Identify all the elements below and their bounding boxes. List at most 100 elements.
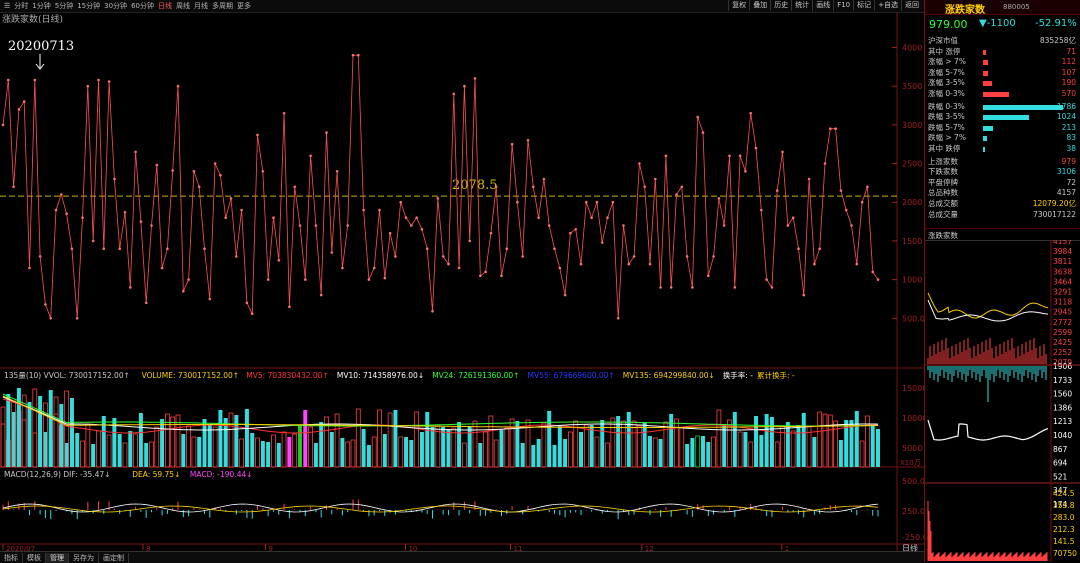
volume-bar xyxy=(0,423,6,468)
period-tab[interactable]: 多周期 xyxy=(212,1,233,11)
period-tab[interactable]: 日线 xyxy=(158,1,172,11)
data-point xyxy=(855,262,859,266)
bottom-tab[interactable]: 指标 xyxy=(0,552,23,563)
toolbar-button[interactable]: 标记 xyxy=(853,0,874,11)
volume-bar xyxy=(737,431,743,468)
mini-axis-label: 141.5 xyxy=(1053,537,1075,546)
macd-y-tick-label: -250.0 xyxy=(902,533,924,542)
toolbar-button[interactable]: 复权 xyxy=(728,0,749,11)
period-tab[interactable]: 周线 xyxy=(176,1,190,11)
volume-bar xyxy=(244,409,249,467)
data-point xyxy=(441,255,445,258)
volume-bar xyxy=(106,434,112,468)
data-point xyxy=(675,193,678,196)
vol-y-tick-label: 10000 xyxy=(902,414,924,423)
data-point xyxy=(876,278,880,281)
volume-bar xyxy=(652,437,658,468)
data-point xyxy=(261,170,265,173)
volume-bar xyxy=(790,430,796,468)
volume-bar xyxy=(610,417,616,468)
toolbar-button[interactable]: +自选 xyxy=(874,0,901,11)
data-point xyxy=(463,84,466,88)
volume-bar xyxy=(547,411,552,467)
period-tab[interactable]: 5分钟 xyxy=(55,1,73,11)
volume-bar xyxy=(716,409,722,468)
data-point xyxy=(102,247,106,250)
stat-value: 979 xyxy=(1061,156,1076,166)
bottom-tab[interactable]: 管理 xyxy=(46,552,69,563)
data-point xyxy=(54,208,58,212)
bottom-tab[interactable]: 模板 xyxy=(23,552,46,563)
volume-bar xyxy=(255,437,260,468)
vol-y-tick-label: 5000 xyxy=(902,444,922,453)
volume-bar xyxy=(499,430,504,467)
vol-legend-item: 累计换手: - xyxy=(757,370,795,380)
mini-axis-label: 1733 xyxy=(1053,376,1072,385)
mini-axis-label: 353.8 xyxy=(1053,501,1075,510)
data-point xyxy=(850,224,853,227)
average-label: 2078.5 xyxy=(452,178,498,193)
ma24-line xyxy=(2,393,879,427)
data-point xyxy=(532,185,535,189)
volume-bar xyxy=(228,412,234,468)
period-tab[interactable]: 月线 xyxy=(194,1,208,11)
volume-bar xyxy=(43,432,48,467)
volume-bar xyxy=(303,410,308,467)
data-point xyxy=(802,293,806,297)
volume-bar xyxy=(287,437,292,467)
y-tick-label: 2000 xyxy=(902,198,922,207)
y-tick-label: 2500 xyxy=(902,160,922,169)
data-point xyxy=(97,78,100,82)
mini-intraday-chart[interactable]: 41573984381136383464 32913118294527722599… xyxy=(925,240,1080,562)
mini-axis-label: 2252 xyxy=(1053,348,1072,357)
data-point xyxy=(304,278,307,281)
stat-bar xyxy=(983,147,985,152)
data-point xyxy=(553,247,556,250)
mini-axis-label: 2599 xyxy=(1053,328,1072,337)
menu-icon[interactable]: ☰ xyxy=(4,2,10,10)
toolbar-button[interactable]: 叠加 xyxy=(749,0,770,11)
volume-bar xyxy=(663,421,669,468)
data-point xyxy=(484,270,487,274)
toolbar-button[interactable]: 返回 xyxy=(901,0,922,11)
data-point xyxy=(282,112,286,115)
period-tab[interactable]: 60分钟 xyxy=(131,1,154,11)
chart-canvas[interactable]: 4000 3500 3000 2500 2000 1500 1000 500.0 2078.5 2… xyxy=(0,12,924,551)
data-point xyxy=(65,212,68,216)
breadth-line xyxy=(2,54,879,319)
mini-axis-label: 1213 xyxy=(1053,417,1072,426)
data-point xyxy=(632,255,636,258)
volume-bar xyxy=(122,442,128,468)
stat-label: 其中 跌停 xyxy=(928,144,961,153)
period-tab[interactable]: 1分钟 xyxy=(32,1,50,11)
data-point xyxy=(208,297,212,301)
volume-bar xyxy=(382,434,387,467)
period-tab[interactable]: 更多 xyxy=(237,1,251,11)
data-point xyxy=(235,255,238,258)
bottom-tab[interactable]: 另存为 xyxy=(69,552,99,563)
y-tick-label: 1500 xyxy=(902,237,922,246)
data-point xyxy=(738,154,742,158)
stat-label: 其中 涨停 xyxy=(928,46,961,56)
mini-axis-label: 2772 xyxy=(1053,318,1072,327)
data-point xyxy=(807,177,811,181)
volume-bar xyxy=(117,434,122,467)
volume-bar xyxy=(557,425,562,467)
toolbar-button[interactable]: F10 xyxy=(833,0,853,11)
period-tab[interactable]: 15分钟 xyxy=(77,1,100,11)
ma5-line xyxy=(2,398,879,434)
volume-bar xyxy=(722,424,727,467)
volume-bar xyxy=(425,412,430,467)
toolbar-button[interactable]: 画线 xyxy=(812,0,833,11)
mini-axis-label: 4157 xyxy=(1053,240,1072,246)
period-tab[interactable]: 30分钟 xyxy=(104,1,127,11)
data-point xyxy=(696,115,699,119)
mini-axis-label: 283.0 xyxy=(1053,513,1075,522)
data-point xyxy=(81,216,84,219)
period-tab[interactable]: 分时 xyxy=(14,1,28,11)
summary-row: 平盘停牌 72 xyxy=(928,178,1078,189)
bottom-tab[interactable]: 画定制 xyxy=(99,552,129,563)
mini-axis-label: 3638 xyxy=(1053,267,1072,276)
toolbar-button[interactable]: 历史 xyxy=(770,0,791,11)
toolbar-button[interactable]: 统计 xyxy=(791,0,812,11)
